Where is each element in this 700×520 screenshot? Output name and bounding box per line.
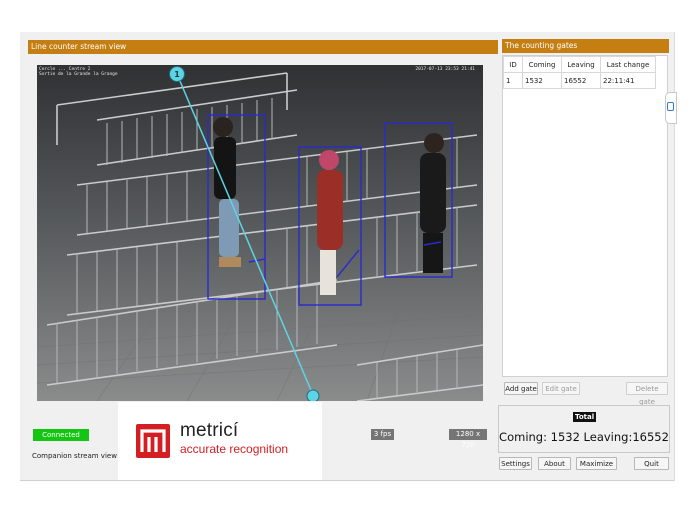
cell-leaving: 16552 <box>561 72 601 89</box>
column-header-leaving[interactable]: Leaving <box>561 56 601 73</box>
maximize-button[interactable]: Maximize <box>576 457 617 470</box>
side-panel-handle[interactable] <box>665 92 677 124</box>
fps-badge: 3 fps <box>371 429 394 440</box>
camera-timestamp: 2017-07-13 23:53 21:41 <box>415 67 475 72</box>
table-header-row: ID Coming Leaving Last change <box>503 56 656 73</box>
connection-status-badge: Connected <box>33 429 89 441</box>
column-header-coming[interactable]: Coming <box>522 56 562 73</box>
overlay-line-2: Sortie de la Grande la Grange <box>39 72 118 77</box>
cell-coming: 1532 <box>522 72 562 89</box>
line-marker-label: 1 <box>174 70 180 79</box>
column-header-last-change[interactable]: Last change <box>600 56 656 73</box>
gates-panel-title: The counting gates <box>502 39 669 53</box>
companion-stream-label: Companion stream view <box>32 452 117 460</box>
camera-overlay-left: Cercle ... Centre 2 Sortie de la Grande … <box>39 67 118 77</box>
cell-id: 1 <box>503 72 523 89</box>
total-label: Total <box>573 412 597 422</box>
gates-table-area: ID Coming Leaving Last change 1 1532 165… <box>502 55 668 377</box>
brand-logo: metricí accurate recognition <box>118 402 322 480</box>
video-stream: 1 Cercle ... Centre 2 Sortie de la Grand… <box>37 65 483 401</box>
gates-table: ID Coming Leaving Last change 1 1532 165… <box>503 56 656 89</box>
table-row[interactable]: 1 1532 16552 22:11:41 <box>503 72 656 89</box>
cell-last-change: 22:11:41 <box>600 72 656 89</box>
brand-name: metricí <box>180 420 239 441</box>
metrici-logo-icon <box>136 424 170 458</box>
camera-scene: 1 <box>37 65 483 401</box>
total-counts: Coming: 1532 Leaving:16552 <box>499 430 669 444</box>
settings-button[interactable]: Settings <box>499 457 532 470</box>
line-marker-end <box>306 389 320 401</box>
panel-toggle-icon <box>667 102 674 111</box>
quit-button[interactable]: Quit <box>634 457 669 470</box>
delete-gate-button[interactable]: Delete gate <box>626 382 668 406</box>
add-gate-button[interactable]: Add gate <box>504 382 538 395</box>
column-header-id[interactable]: ID <box>503 56 523 73</box>
edit-gate-button[interactable]: Edit gate <box>542 382 580 395</box>
totals-panel: Total Coming: 1532 Leaving:16552 <box>498 405 670 453</box>
resolution-badge: 1280 x 720 <box>449 429 487 449</box>
stream-panel-title: Line counter stream view <box>28 40 498 54</box>
app-window: Line counter stream view 1 Cercle ... Ce… <box>20 32 677 481</box>
brand-tagline: accurate recognition <box>180 442 289 456</box>
about-button[interactable]: About <box>538 457 571 470</box>
